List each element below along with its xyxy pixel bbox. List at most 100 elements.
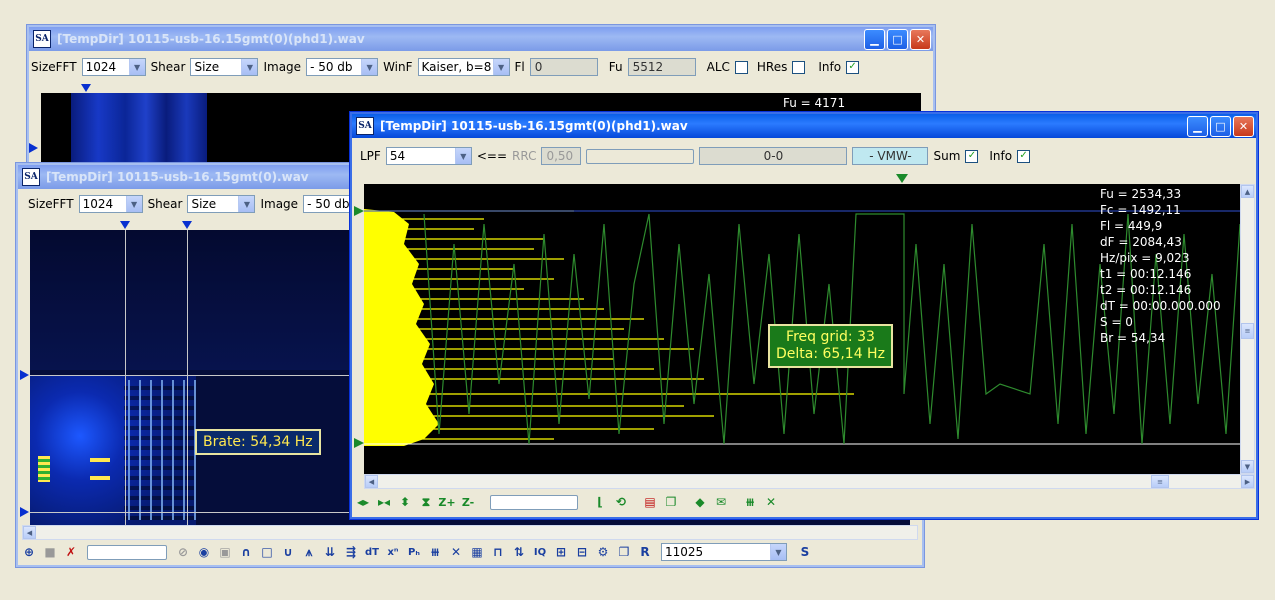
marker-triangle-icon[interactable] — [20, 370, 29, 380]
fl-field[interactable]: 0 — [529, 58, 598, 76]
gear-icon[interactable]: ⚙ — [594, 543, 612, 561]
fu-field[interactable]: 5512 — [627, 58, 696, 76]
marker-triangle-icon[interactable] — [354, 438, 364, 448]
copy-icon[interactable]: ❐ — [662, 493, 680, 511]
chevron-down-icon[interactable]: ▼ — [770, 544, 786, 560]
pattern2-icon[interactable]: ⊟ — [573, 543, 591, 561]
cross-icon[interactable]: ✕ — [762, 493, 780, 511]
scroll-left-icon[interactable]: ◀ — [23, 526, 36, 539]
zoom-in-icon[interactable]: Z+ — [438, 493, 456, 511]
chevron-down-icon[interactable]: ▼ — [125, 196, 142, 212]
close-button[interactable]: ✕ — [1233, 115, 1254, 137]
apply-arrow-label[interactable]: <== — [477, 149, 507, 163]
r-icon[interactable]: R — [636, 543, 654, 561]
marker-triangle-icon[interactable] — [20, 507, 29, 517]
position-slider[interactable] — [87, 544, 167, 560]
minimize-button[interactable]: ▁ — [1187, 115, 1208, 137]
title-bar[interactable]: SA [TempDir] 10115-usb-16.15gmt(0)(phd1)… — [352, 114, 1256, 138]
horizontal-scrollbar[interactable]: ◀ — [22, 525, 918, 540]
wave-icon[interactable]: ⊓ — [489, 543, 507, 561]
box-icon[interactable]: □ — [258, 543, 276, 561]
info-checkbox[interactable]: ✓ — [1017, 149, 1031, 163]
expand-vertical-icon[interactable]: ⬍ — [396, 493, 414, 511]
sum-checkbox[interactable]: ✓ — [965, 149, 979, 163]
chevron-down-icon[interactable]: ▼ — [128, 59, 145, 75]
chevron-down-icon[interactable]: ▼ — [241, 59, 258, 75]
sizefft-select[interactable]: 1024 ▼ — [81, 58, 146, 76]
vmw-button[interactable]: - VMW- — [852, 147, 929, 165]
close-button[interactable]: ✕ — [910, 28, 931, 50]
arch-icon[interactable]: ∩ — [237, 543, 255, 561]
peak-icon[interactable]: ⩚ — [300, 543, 318, 561]
square-icon[interactable]: ▣ — [216, 543, 234, 561]
hres-checkbox[interactable] — [792, 60, 806, 74]
disabled-icon[interactable]: ⊘ — [174, 543, 192, 561]
vertical-scrollbar[interactable]: ▲ ≡ ▼ — [1240, 184, 1255, 474]
chevron-down-icon[interactable]: ▼ — [238, 196, 255, 212]
scroll-up-icon[interactable]: ▲ — [1241, 185, 1254, 198]
signal-canvas[interactable]: Fu = 2534,33 Fc = 1492,11 Fl = 449,9 dF … — [364, 184, 1240, 474]
speaker-icon[interactable]: ◉ — [195, 543, 213, 561]
shrink-horizontal-icon[interactable]: ▸◂ — [375, 493, 393, 511]
valley-icon[interactable]: ∪ — [279, 543, 297, 561]
comb-icon[interactable]: ⧻ — [741, 493, 759, 511]
delete-icon[interactable]: ✗ — [62, 543, 80, 561]
iq-icon[interactable]: IQ — [531, 543, 549, 561]
image-select[interactable]: - 50 db ▼ — [306, 58, 379, 76]
s-icon[interactable]: S — [796, 543, 814, 561]
position-slider[interactable] — [490, 494, 578, 510]
rrc-slider[interactable] — [586, 148, 695, 164]
xn-icon[interactable]: xⁿ — [384, 543, 402, 561]
marker-triangle-icon[interactable] — [182, 221, 192, 229]
expand-horizontal-icon[interactable]: ◂▸ — [354, 493, 372, 511]
maximize-button[interactable]: □ — [887, 28, 908, 50]
copy-icon[interactable]: ❐ — [615, 543, 633, 561]
chevron-down-icon[interactable]: ▼ — [492, 59, 509, 75]
horizontal-scrollbar[interactable]: ◀ ≡ ▶ — [364, 474, 1255, 489]
marker-triangle-icon[interactable] — [354, 206, 364, 216]
shear-select[interactable]: Size ▼ — [187, 195, 256, 213]
zoom-out-icon[interactable]: Z- — [459, 493, 477, 511]
updown-icon[interactable]: ⇅ — [510, 543, 528, 561]
shrink-vertical-icon[interactable]: ⧗ — [417, 493, 435, 511]
marker-triangle-icon[interactable] — [896, 174, 908, 183]
scroll-down-icon[interactable]: ▼ — [1241, 460, 1254, 473]
stop-icon[interactable]: ■ — [41, 543, 59, 561]
samplerate-select[interactable]: 11025 ▼ — [661, 543, 787, 561]
marker-triangle-icon[interactable] — [120, 221, 130, 229]
marker-triangle-icon[interactable] — [81, 84, 91, 92]
scroll-left-icon[interactable]: ◀ — [365, 475, 378, 488]
maximize-button[interactable]: □ — [1210, 115, 1231, 137]
cursor-line-vertical[interactable] — [187, 230, 188, 526]
chevron-down-icon[interactable]: ▼ — [361, 59, 378, 75]
envelope-icon[interactable]: ✉ — [712, 493, 730, 511]
comb-icon[interactable]: ⧻ — [426, 543, 444, 561]
refresh-icon[interactable]: ⟲ — [612, 493, 630, 511]
zoom-icon[interactable]: ⊕ — [20, 543, 38, 561]
shear-select[interactable]: Size ▼ — [190, 58, 259, 76]
grid-icon[interactable]: ▦ — [468, 543, 486, 561]
cross-icon[interactable]: ✕ — [447, 543, 465, 561]
sizefft-select[interactable]: 1024 ▼ — [78, 195, 143, 213]
scroll-right-icon[interactable]: ▶ — [1241, 475, 1254, 488]
corner-icon[interactable]: ⌊ — [591, 493, 609, 511]
diamond-icon[interactable]: ◆ — [691, 493, 709, 511]
filter-window-front[interactable]: SA [TempDir] 10115-usb-16.15gmt(0)(phd1)… — [349, 111, 1259, 520]
cursor-line-vertical[interactable] — [125, 230, 126, 526]
triple-arrow-icon[interactable]: ⇶ — [342, 543, 360, 561]
pattern1-icon[interactable]: ⊞ — [552, 543, 570, 561]
scroll-thumb[interactable]: ≡ — [1151, 475, 1169, 488]
dt-icon[interactable]: dT — [363, 543, 381, 561]
ph-icon[interactable]: Pₕ — [405, 543, 423, 561]
minimize-button[interactable]: ▁ — [864, 28, 885, 50]
rrc-field[interactable]: 0,50 — [541, 147, 582, 165]
double-arrow-icon[interactable]: ⇊ — [321, 543, 339, 561]
chevron-down-icon[interactable]: ▼ — [454, 148, 471, 164]
alc-checkbox[interactable] — [734, 60, 748, 74]
winf-select[interactable]: Kaiser, b=8 ▼ — [417, 58, 510, 76]
lpf-select[interactable]: 54 ▼ — [385, 147, 472, 165]
scroll-thumb[interactable]: ≡ — [1241, 323, 1254, 339]
info-checkbox[interactable]: ✓ — [846, 60, 860, 74]
marker-triangle-icon[interactable] — [29, 143, 38, 153]
title-bar[interactable]: SA [TempDir] 10115-usb-16.15gmt(0)(phd1)… — [29, 27, 933, 51]
